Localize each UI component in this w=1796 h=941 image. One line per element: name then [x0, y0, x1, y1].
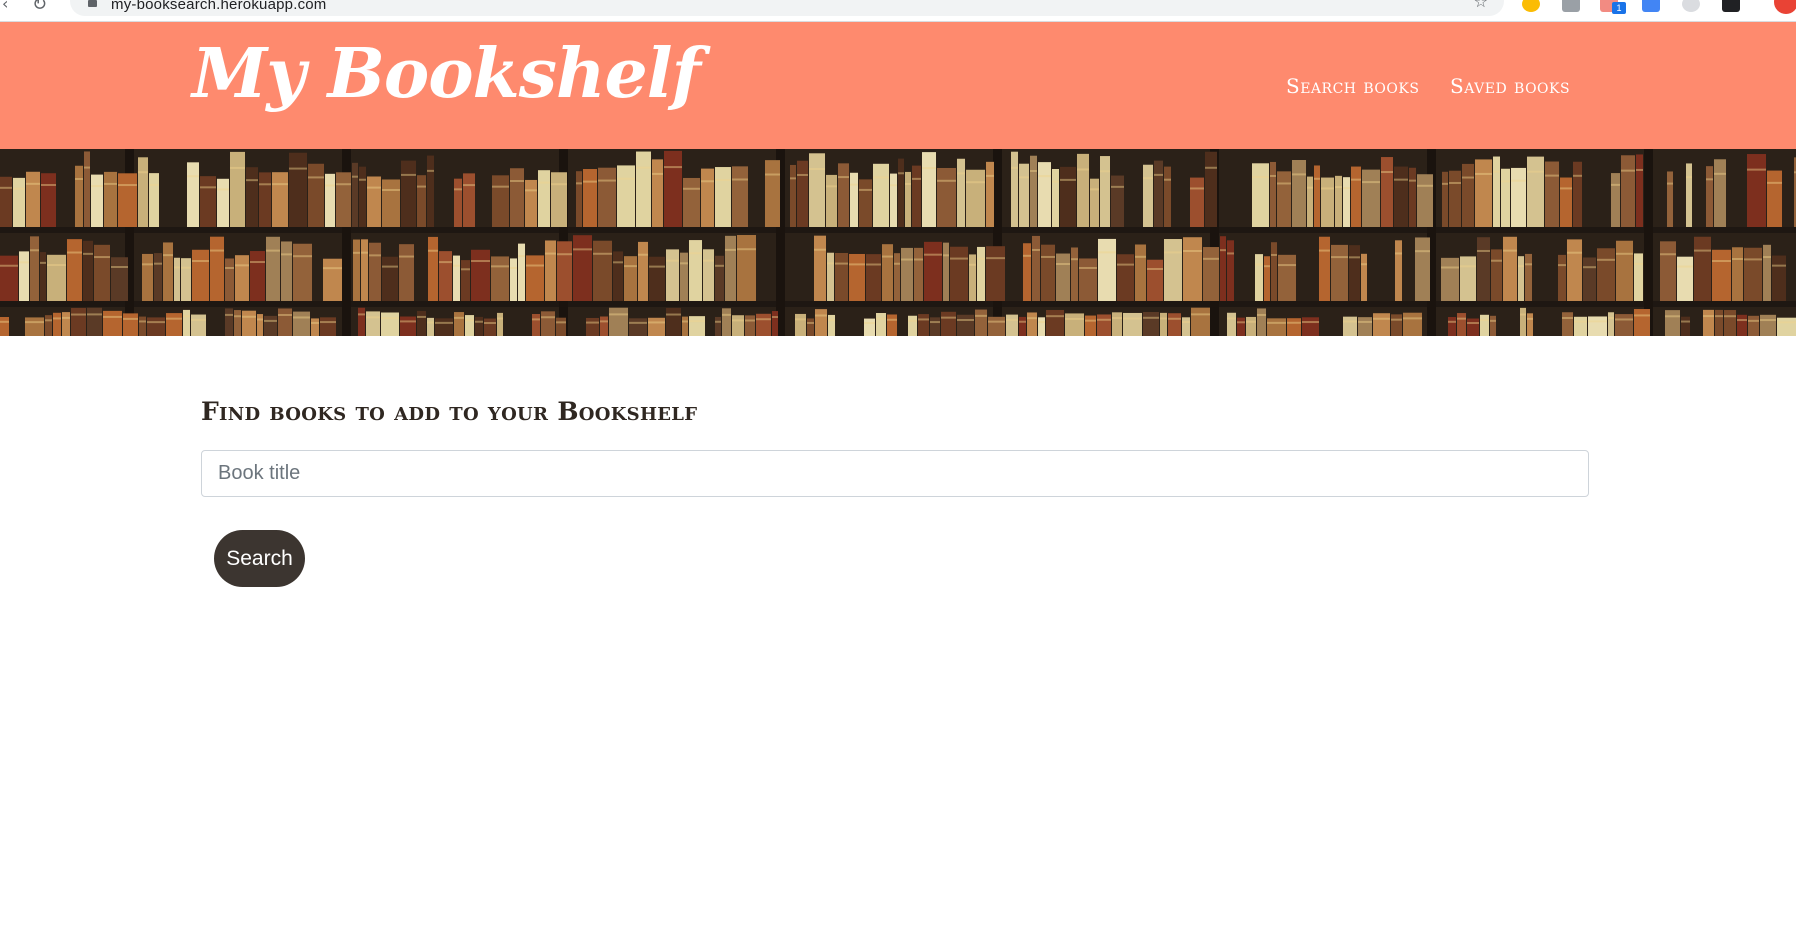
profile-avatar[interactable] [1774, 0, 1796, 14]
bookshelf-image [0, 149, 1796, 336]
extension-icon[interactable] [1562, 0, 1580, 12]
bookmark-star-icon[interactable]: ☆ [1474, 0, 1488, 11]
extension-icon[interactable] [1682, 0, 1700, 12]
lock-icon[interactable] [88, 0, 97, 7]
reload-icon[interactable]: ↻ [32, 0, 47, 15]
nav-link-saved-books[interactable]: Saved books [1450, 74, 1570, 98]
navbar: My Bookshelf Search books Saved books [0, 22, 1796, 149]
extension-icon[interactable] [1642, 0, 1660, 12]
chrome-extension-icon[interactable] [1522, 0, 1540, 12]
browser-toolbar: ‹ ↻ my-booksearch.herokuapp.com ☆ 1 [0, 0, 1796, 22]
bookshelf-banner [0, 149, 1796, 336]
back-icon[interactable]: ‹ [2, 0, 8, 13]
nav-link-search-books[interactable]: Search books [1286, 74, 1419, 98]
book-title-input[interactable] [201, 450, 1589, 497]
page-heading: Find books to add to your Bookshelf [201, 397, 698, 426]
extension-icon[interactable] [1722, 0, 1740, 12]
search-button[interactable]: Search [214, 530, 305, 587]
extension-badge: 1 [1612, 2, 1626, 14]
brand-logo[interactable]: My Bookshelf [192, 40, 701, 108]
address-url[interactable]: my-booksearch.herokuapp.com [111, 0, 327, 13]
address-bar[interactable]: my-booksearch.herokuapp.com ☆ [70, 0, 1504, 16]
